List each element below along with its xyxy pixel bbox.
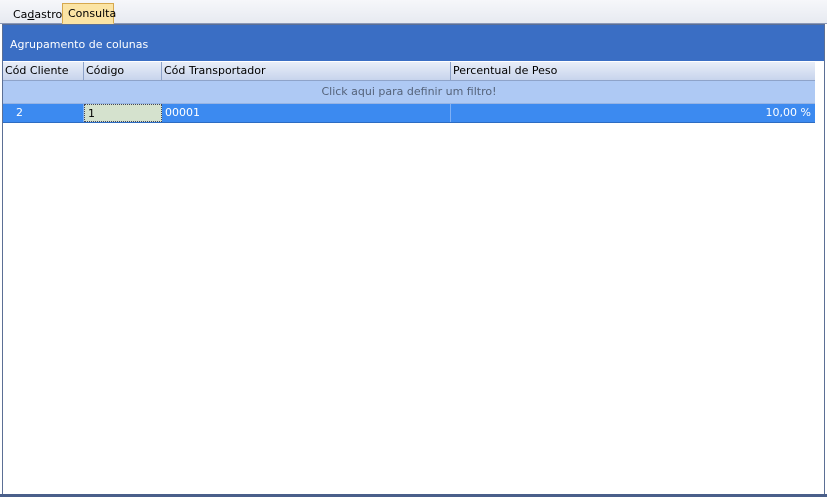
column-header-percentual-peso[interactable]: Percentual de Peso [451,62,815,80]
cell-codigo[interactable]: 1 [84,104,162,122]
scrollbar-gutter [815,62,824,494]
cell-percentual-peso[interactable]: 10,00 % [451,104,815,122]
consulta-panel: Agrupamento de colunas Cód Cliente Códig… [2,24,825,495]
column-header-codigo[interactable]: Código [84,62,162,80]
tab-cadastro[interactable]: Cadastro [8,5,62,24]
tab-consulta[interactable]: Consulta [62,3,117,24]
tab-consulta-label: Consulta [68,7,117,20]
grid-header: Cód Cliente Código Cód Transportador Per… [3,62,815,81]
tab-cadastro-label-pre: Ca [13,8,28,21]
column-header-cod-transportador[interactable]: Cód Transportador [162,62,451,80]
column-header-cod-cliente[interactable]: Cód Cliente [3,62,84,80]
tab-cadastro-label-post: astro [34,8,63,21]
cell-cod-cliente[interactable]: 2 [3,104,84,122]
cell-cod-transportador[interactable]: 00001 [162,104,451,122]
group-by-panel-label: Agrupamento de colunas [10,38,149,51]
tab-bar: Cadastro Consulta [0,0,827,24]
table-row[interactable]: 2 1 00001 10,00 % [3,104,815,123]
group-by-panel[interactable]: Agrupamento de colunas [3,25,824,61]
filter-row[interactable]: Click aqui para definir um filtro! [3,81,815,104]
